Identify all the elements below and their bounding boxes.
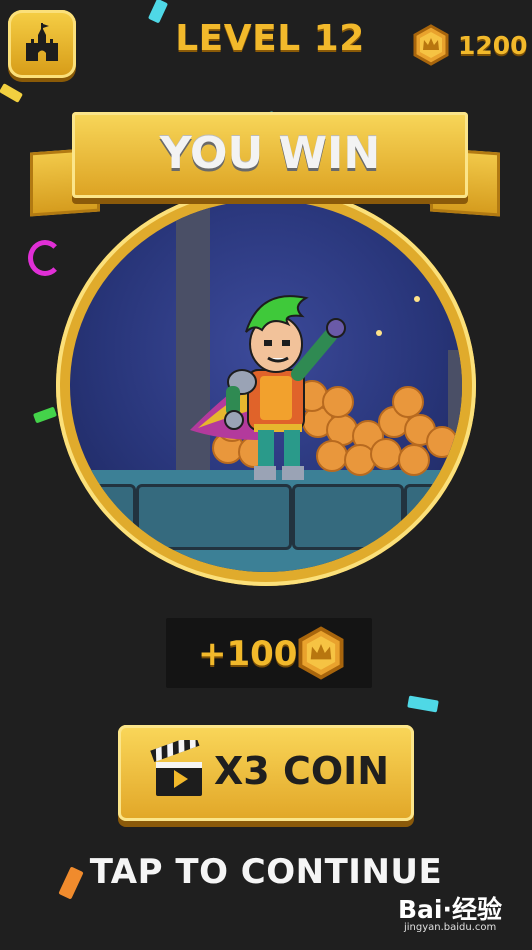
sparkle (414, 296, 420, 302)
confetti (28, 240, 62, 276)
reward-amount: +100 (198, 634, 298, 674)
floor-stone (292, 484, 404, 550)
reward-display: +100 (166, 618, 372, 688)
coin-counter: 1200 (410, 22, 528, 68)
you-win-banner: YOU WIN (72, 112, 468, 198)
watermark-url: jingyan.baidu.com (404, 922, 497, 933)
confetti (407, 695, 439, 713)
floor-stone (136, 484, 292, 550)
victory-scene-image (70, 200, 462, 572)
tap-to-continue[interactable]: TAP TO CONTINUE (0, 852, 532, 892)
sparkle (376, 330, 382, 336)
crown-coin-icon (413, 24, 449, 66)
confetti (32, 406, 58, 424)
watermark: Bai·经验 jingyan.baidu.com (398, 888, 528, 944)
floor-stone (70, 484, 136, 550)
castle-icon (26, 23, 58, 61)
stone-pillar (448, 350, 462, 490)
x3-coin-label: X3 COIN (214, 749, 390, 793)
confetti (0, 83, 24, 103)
watermark-brand: Bai·经验 (398, 895, 502, 924)
crown-coin-icon (298, 626, 344, 680)
x3-coin-button[interactable]: X3 COIN (118, 725, 414, 821)
you-win-text: YOU WIN (159, 128, 381, 179)
coin-total: 1200 (458, 30, 528, 60)
hero-character (190, 295, 346, 480)
home-button[interactable] (8, 10, 76, 78)
floor-stone (404, 484, 462, 550)
level-title: LEVEL 12 (175, 18, 365, 59)
clapperboard-icon (150, 740, 202, 796)
